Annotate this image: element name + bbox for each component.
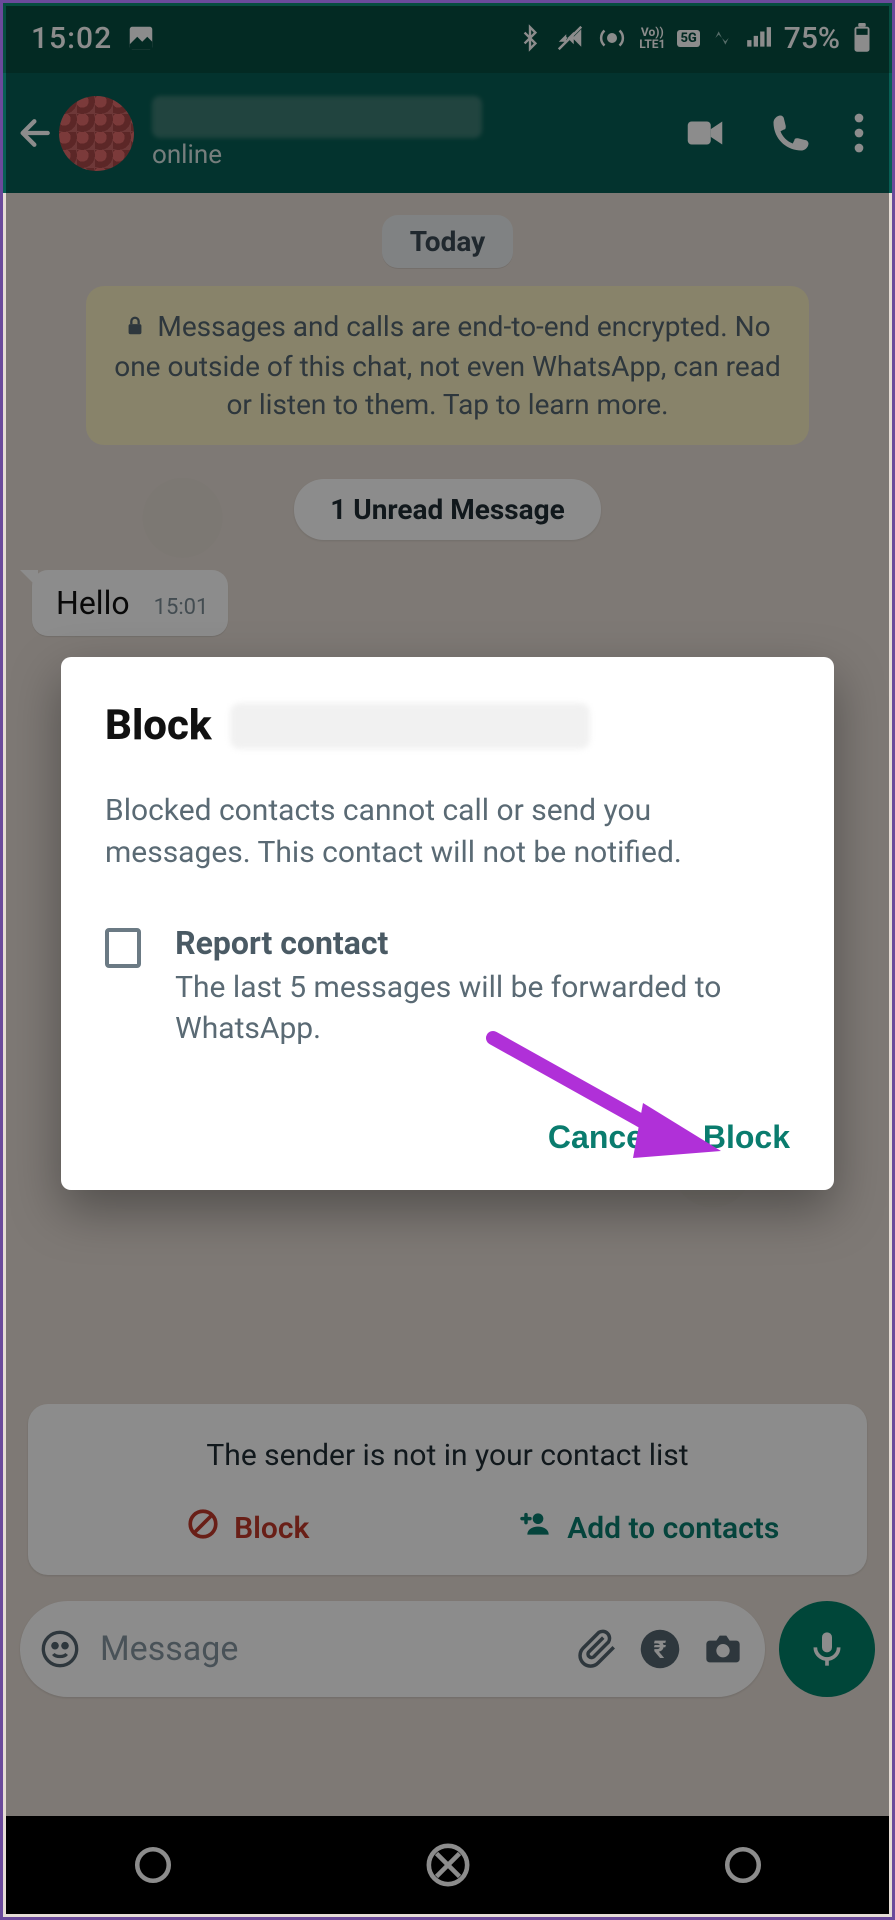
contact-status: online xyxy=(152,140,682,170)
hotspot-icon xyxy=(597,23,627,53)
vibrate-icon xyxy=(555,23,585,53)
dialog-title: Block xyxy=(105,701,212,750)
status-time: 15:02 xyxy=(31,21,112,56)
chat-header: online xyxy=(3,73,892,193)
message-time: 15:01 xyxy=(154,595,209,620)
block-icon xyxy=(186,1507,220,1549)
encryption-notice[interactable]: Messages and calls are end-to-end encryp… xyxy=(86,286,809,445)
block-sender-label: Block xyxy=(234,1511,309,1546)
bluetooth-icon xyxy=(517,23,543,53)
date-separator: Today xyxy=(382,215,513,268)
unknown-sender-card: The sender is not in your contact list B… xyxy=(28,1404,867,1575)
report-contact-checkbox[interactable] xyxy=(105,928,141,968)
incoming-message[interactable]: Hello 15:01 xyxy=(32,570,228,636)
dialog-description: Blocked contacts cannot call or send you… xyxy=(105,790,790,874)
message-input-placeholder: Message xyxy=(100,1629,557,1669)
battery-icon xyxy=(852,23,872,53)
block-contact-dialog: Block Blocked contacts cannot call or se… xyxy=(61,657,834,1190)
report-contact-sub: The last 5 messages will be forwarded to… xyxy=(175,968,790,1049)
nav-home-button[interactable] xyxy=(425,1842,471,1888)
more-options-button[interactable] xyxy=(854,113,864,153)
nav-recents-button[interactable] xyxy=(132,1844,174,1886)
android-nav-bar xyxy=(6,1816,889,1914)
payment-icon[interactable]: ₹ xyxy=(639,1628,681,1670)
composer-row: Message ₹ xyxy=(20,1601,875,1697)
voice-message-button[interactable] xyxy=(779,1601,875,1697)
svg-text:₹: ₹ xyxy=(654,1635,667,1664)
message-input-container[interactable]: Message ₹ xyxy=(20,1601,765,1697)
unread-separator: 1 Unread Message xyxy=(294,479,601,540)
camera-icon[interactable] xyxy=(701,1629,745,1669)
signal-icon xyxy=(744,25,772,51)
dialog-block-button[interactable]: Block xyxy=(703,1119,790,1156)
nav-back-button[interactable] xyxy=(722,1844,764,1886)
back-button[interactable] xyxy=(13,110,59,156)
volte-icon: Vo))LTE1 xyxy=(639,26,665,50)
encryption-notice-text: Messages and calls are end-to-end encryp… xyxy=(114,310,781,421)
dialog-contact-name-redacted xyxy=(230,703,590,749)
network-5g-icon: 5G xyxy=(677,30,699,47)
add-to-contacts-label: Add to contacts xyxy=(567,1511,779,1546)
dialog-cancel-button[interactable]: Cancel xyxy=(548,1119,653,1156)
emoji-icon[interactable] xyxy=(40,1629,80,1669)
lock-icon xyxy=(124,310,146,348)
add-contact-icon xyxy=(515,1508,553,1548)
contact-name-redacted xyxy=(152,96,482,138)
battery-percent: 75% xyxy=(784,21,840,56)
block-sender-button[interactable]: Block xyxy=(48,1507,448,1549)
android-status-bar: 15:02 Vo))LTE1 5G 75% xyxy=(3,3,892,73)
gallery-notification-icon xyxy=(126,23,156,53)
status-right-cluster: Vo))LTE1 5G 75% xyxy=(517,21,872,56)
unknown-sender-text: The sender is not in your contact list xyxy=(48,1438,847,1473)
contact-info[interactable]: online xyxy=(152,96,682,170)
video-call-button[interactable] xyxy=(682,110,728,156)
contact-avatar[interactable] xyxy=(59,96,134,171)
add-to-contacts-button[interactable]: Add to contacts xyxy=(448,1507,848,1549)
voice-call-button[interactable] xyxy=(770,112,812,154)
data-arrows-icon xyxy=(712,25,732,51)
attach-icon[interactable] xyxy=(577,1628,619,1670)
report-contact-label: Report contact xyxy=(175,924,790,962)
message-text: Hello xyxy=(56,584,130,622)
